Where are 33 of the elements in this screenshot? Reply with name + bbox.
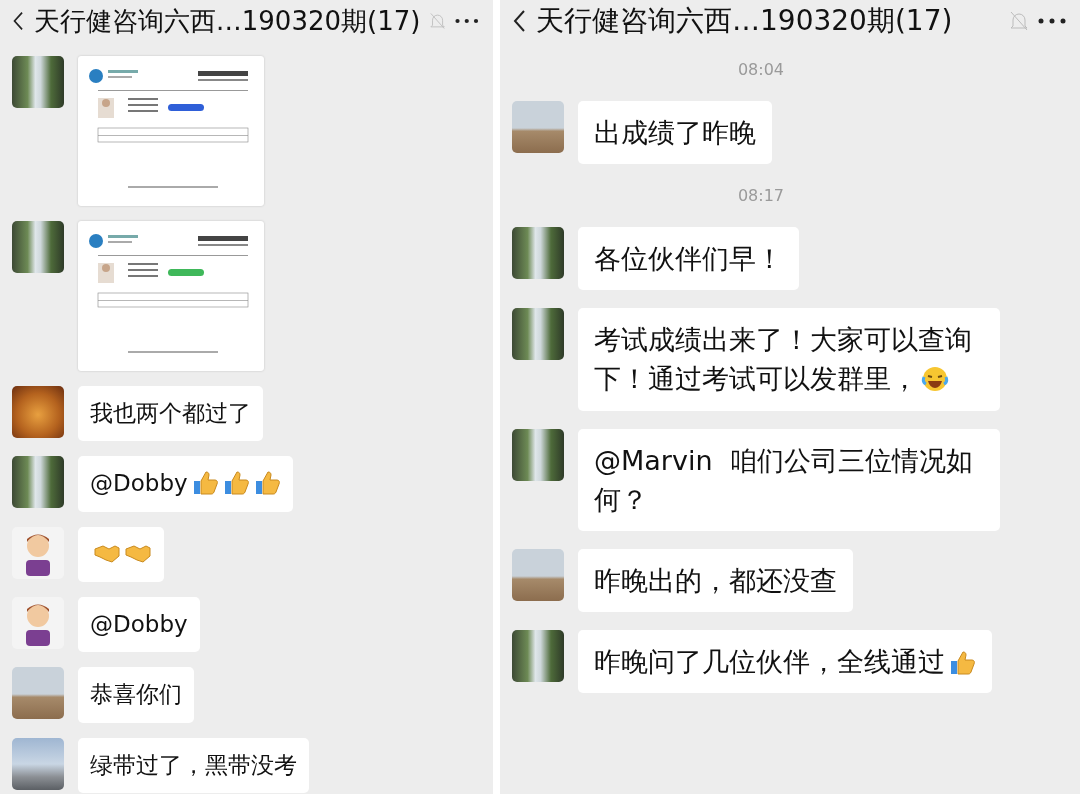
more-icon[interactable] — [455, 18, 479, 24]
more-icon[interactable] — [1038, 18, 1066, 24]
message-bubble: @Dobby — [78, 597, 200, 653]
chat-title: 天行健咨询六西…190320期(17) — [536, 3, 954, 39]
message-bubble: @Dobby — [78, 456, 293, 512]
avatar-image[interactable] — [12, 737, 64, 790]
message-bubble: 绿带过了，黑带没考 — [78, 737, 309, 794]
avatar-image[interactable] — [512, 428, 564, 481]
certificate-image[interactable] — [78, 221, 264, 371]
message-bubble: 出成绩了昨晚 — [578, 101, 772, 165]
thumbs-up-icon — [948, 648, 976, 676]
avatar-image[interactable] — [12, 597, 64, 650]
certificate-image[interactable] — [78, 56, 264, 206]
avatar-image[interactable] — [512, 227, 564, 280]
message-bubble: 恭喜你们 — [78, 667, 194, 723]
back-icon[interactable] — [512, 9, 526, 33]
message-bubble: 我也两个都过了 — [78, 386, 263, 442]
timestamp: 08:17 — [737, 185, 785, 208]
avatar-image[interactable] — [512, 308, 564, 361]
avatar-image[interactable] — [12, 221, 64, 273]
message-bubble: 昨晚出的，都还没查 — [578, 548, 853, 612]
timestamp: 08:04 — [737, 59, 785, 81]
chat-title: 天行健咨询六西…190320期(17) — [33, 4, 421, 38]
message-bubble: 昨晚问了几位伙伴，全线通过 — [578, 630, 992, 694]
avatar-image[interactable] — [512, 630, 564, 682]
message-bubble: 各位伙伴们早！ — [578, 227, 799, 291]
back-icon[interactable] — [12, 9, 24, 33]
laughing-face-icon — [921, 365, 949, 394]
message-bubble: 考试成绩出来了！大家可以查询下！通过考试可以发群里， — [578, 308, 1000, 411]
avatar-image[interactable] — [12, 56, 64, 108]
avatar-image[interactable] — [12, 456, 64, 509]
message-bubble: @Marvin 咱们公司三位情况如何？ — [578, 428, 1000, 531]
avatar-image[interactable] — [12, 526, 64, 579]
